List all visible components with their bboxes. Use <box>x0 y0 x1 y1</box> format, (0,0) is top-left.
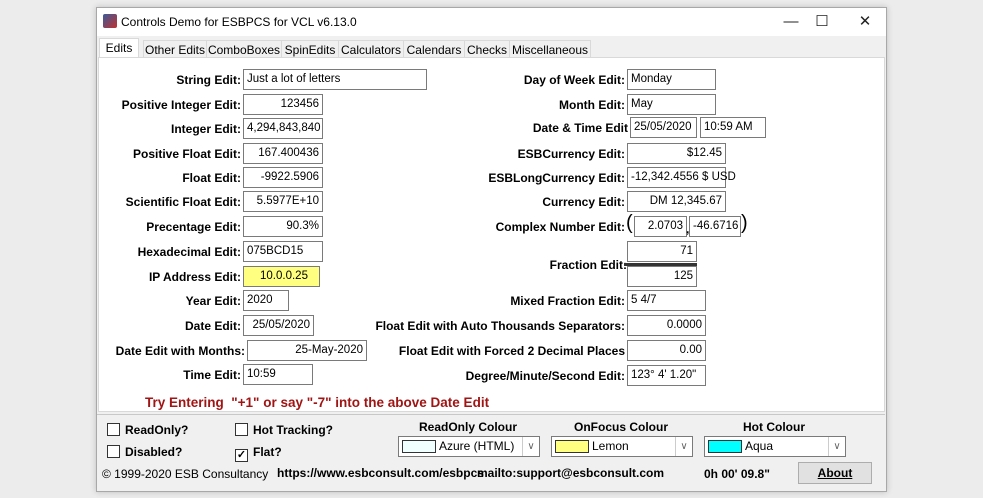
scientific-float-edit[interactable]: 5.5977E+10 <box>243 191 323 212</box>
time-edit[interactable]: 10:59 <box>243 364 313 385</box>
complex-imag-edit[interactable]: -46.6716 <box>689 216 741 237</box>
date-months-edit[interactable]: 25-May-2020 <box>247 340 367 361</box>
close-paren: ) <box>741 212 748 234</box>
integer-label: Integer Edit: <box>170 122 241 136</box>
readonly-checkbox[interactable]: ReadOnly? <box>107 423 188 437</box>
combo-value: Azure (HTML) <box>439 439 515 453</box>
colour-swatch <box>708 440 742 453</box>
month-label: Month Edit: <box>559 98 625 112</box>
check-icon[interactable]: ✓ <box>235 449 248 462</box>
esbcurrency-edit[interactable]: $12.45 <box>627 143 726 164</box>
auto-thousands-edit[interactable]: 0.0000 <box>627 315 706 336</box>
colour-swatch <box>555 440 589 453</box>
chevron-down-icon[interactable]: ∨ <box>828 437 845 456</box>
complex-real-edit[interactable]: 2.0703 <box>634 216 687 237</box>
open-paren: ( <box>626 212 633 234</box>
float-edit[interactable]: -9922.5906 <box>243 167 323 188</box>
month-edit[interactable]: May <box>627 94 716 115</box>
esblongcurrency-edit[interactable]: -12,342.4556 $ USD <box>627 167 736 188</box>
scientific-float-label: Scientific Float Edit: <box>125 195 241 209</box>
year-label: Year Edit: <box>185 294 241 308</box>
date-edit[interactable]: 25/05/2020 <box>630 117 697 138</box>
checkbox-box[interactable] <box>235 423 248 436</box>
flat-label: Flat? <box>253 445 282 459</box>
percentage-edit[interactable]: 90.3% <box>243 216 323 237</box>
mixed-fraction-label: Mixed Fraction Edit: <box>510 294 625 308</box>
dms-edit[interactable]: 123° 4' 1.20" <box>627 365 706 386</box>
disabled-label: Disabled? <box>125 445 183 459</box>
ip-address-edit[interactable]: 10.0.0.25 <box>243 266 320 287</box>
dms-label: Degree/Minute/Second Edit: <box>465 369 625 383</box>
currency-label: Currency Edit: <box>542 195 625 209</box>
positive-float-edit[interactable]: 167.400436 <box>243 143 323 164</box>
currency-edit[interactable]: DM 12,345.67 <box>627 191 726 212</box>
divider <box>97 414 885 415</box>
percentage-label: Precentage Edit: <box>146 220 241 234</box>
ip-address-label: IP Address Edit: <box>148 270 241 284</box>
copyright: © 1999-2020 ESB Consultancy <box>102 467 269 481</box>
hot-colour-combo[interactable]: Aqua ∨ <box>704 436 846 457</box>
hint-text: Try Entering "+1" or say "-7" into the a… <box>145 395 490 410</box>
day-of-week-edit[interactable]: Monday <box>627 69 716 90</box>
readonly-label: ReadOnly? <box>125 423 189 437</box>
forced-2dp-label: Float Edit with Forced 2 Decimal Places <box>398 344 625 358</box>
hot-colour-header: Hot Colour <box>743 420 805 434</box>
elapsed-timer: 0h 00' 09.8" <box>704 467 770 481</box>
esblongcurrency-label: ESBLongCurrency Edit: <box>488 171 625 185</box>
combo-value: Aqua <box>745 439 774 453</box>
combo-value: Lemon <box>592 439 629 453</box>
colour-swatch <box>402 440 436 453</box>
auto-thousands-label: Float Edit with Auto Thousands Separator… <box>375 319 625 333</box>
string-edit[interactable]: Just a lot of letters <box>243 69 427 90</box>
date-label: Date Edit: <box>184 319 241 333</box>
complex-number-label: Complex Number Edit: <box>495 220 625 234</box>
hot-tracking-checkbox[interactable]: Hot Tracking? <box>235 423 333 437</box>
date-time-label: Date & Time Edit <box>532 121 628 135</box>
flat-checkbox[interactable]: ✓ Flat? <box>235 445 282 462</box>
fraction-numerator-edit[interactable]: 71 <box>627 241 697 262</box>
hexadecimal-label: Hexadecimal Edit: <box>137 245 241 259</box>
email-link[interactable]: mailto:support@esbconsult.com <box>477 466 664 480</box>
onfocus-colour-combo[interactable]: Lemon ∨ <box>551 436 693 457</box>
date-months-label: Date Edit with Months: <box>115 344 245 358</box>
mixed-fraction-edit[interactable]: 5 4/7 <box>627 290 706 311</box>
fraction-label: Fraction Edit: <box>549 258 627 272</box>
about-button[interactable]: About <box>798 462 872 484</box>
readonly-colour-header: ReadOnly Colour <box>418 420 517 434</box>
positive-float-label: Positive Float Edit: <box>132 147 241 161</box>
string-label: String Edit: <box>176 73 241 87</box>
checkbox-box[interactable] <box>107 445 120 458</box>
positive-integer-label: Positive Integer Edit: <box>121 98 241 112</box>
fraction-denominator-edit[interactable]: 125 <box>627 266 697 287</box>
time-edit[interactable]: 10:59 AM <box>700 117 766 138</box>
year-edit[interactable]: 2020 <box>243 290 289 311</box>
chevron-down-icon[interactable]: ∨ <box>675 437 692 456</box>
esbcurrency-label: ESBCurrency Edit: <box>517 147 625 161</box>
disabled-checkbox[interactable]: Disabled? <box>107 445 182 459</box>
hexadecimal-edit[interactable]: 075BCD15 <box>243 241 323 262</box>
float-label: Float Edit: <box>182 171 241 185</box>
website-link[interactable]: https://www.esbconsult.com/esbpcs <box>277 466 484 480</box>
chevron-down-icon[interactable]: ∨ <box>522 437 539 456</box>
positive-integer-edit[interactable]: 123456 <box>243 94 323 115</box>
hot-tracking-label: Hot Tracking? <box>253 423 334 437</box>
readonly-colour-combo[interactable]: Azure (HTML) ∨ <box>398 436 540 457</box>
day-of-week-label: Day of Week Edit: <box>523 73 625 87</box>
forced-2dp-edit[interactable]: 0.00 <box>627 340 706 361</box>
checkbox-box[interactable] <box>107 423 120 436</box>
onfocus-colour-header: OnFocus Colour <box>574 420 668 434</box>
date-edit[interactable]: 25/05/2020 <box>243 315 314 336</box>
integer-edit[interactable]: 4,294,843,840 <box>243 118 323 139</box>
time-label: Time Edit: <box>183 368 241 382</box>
